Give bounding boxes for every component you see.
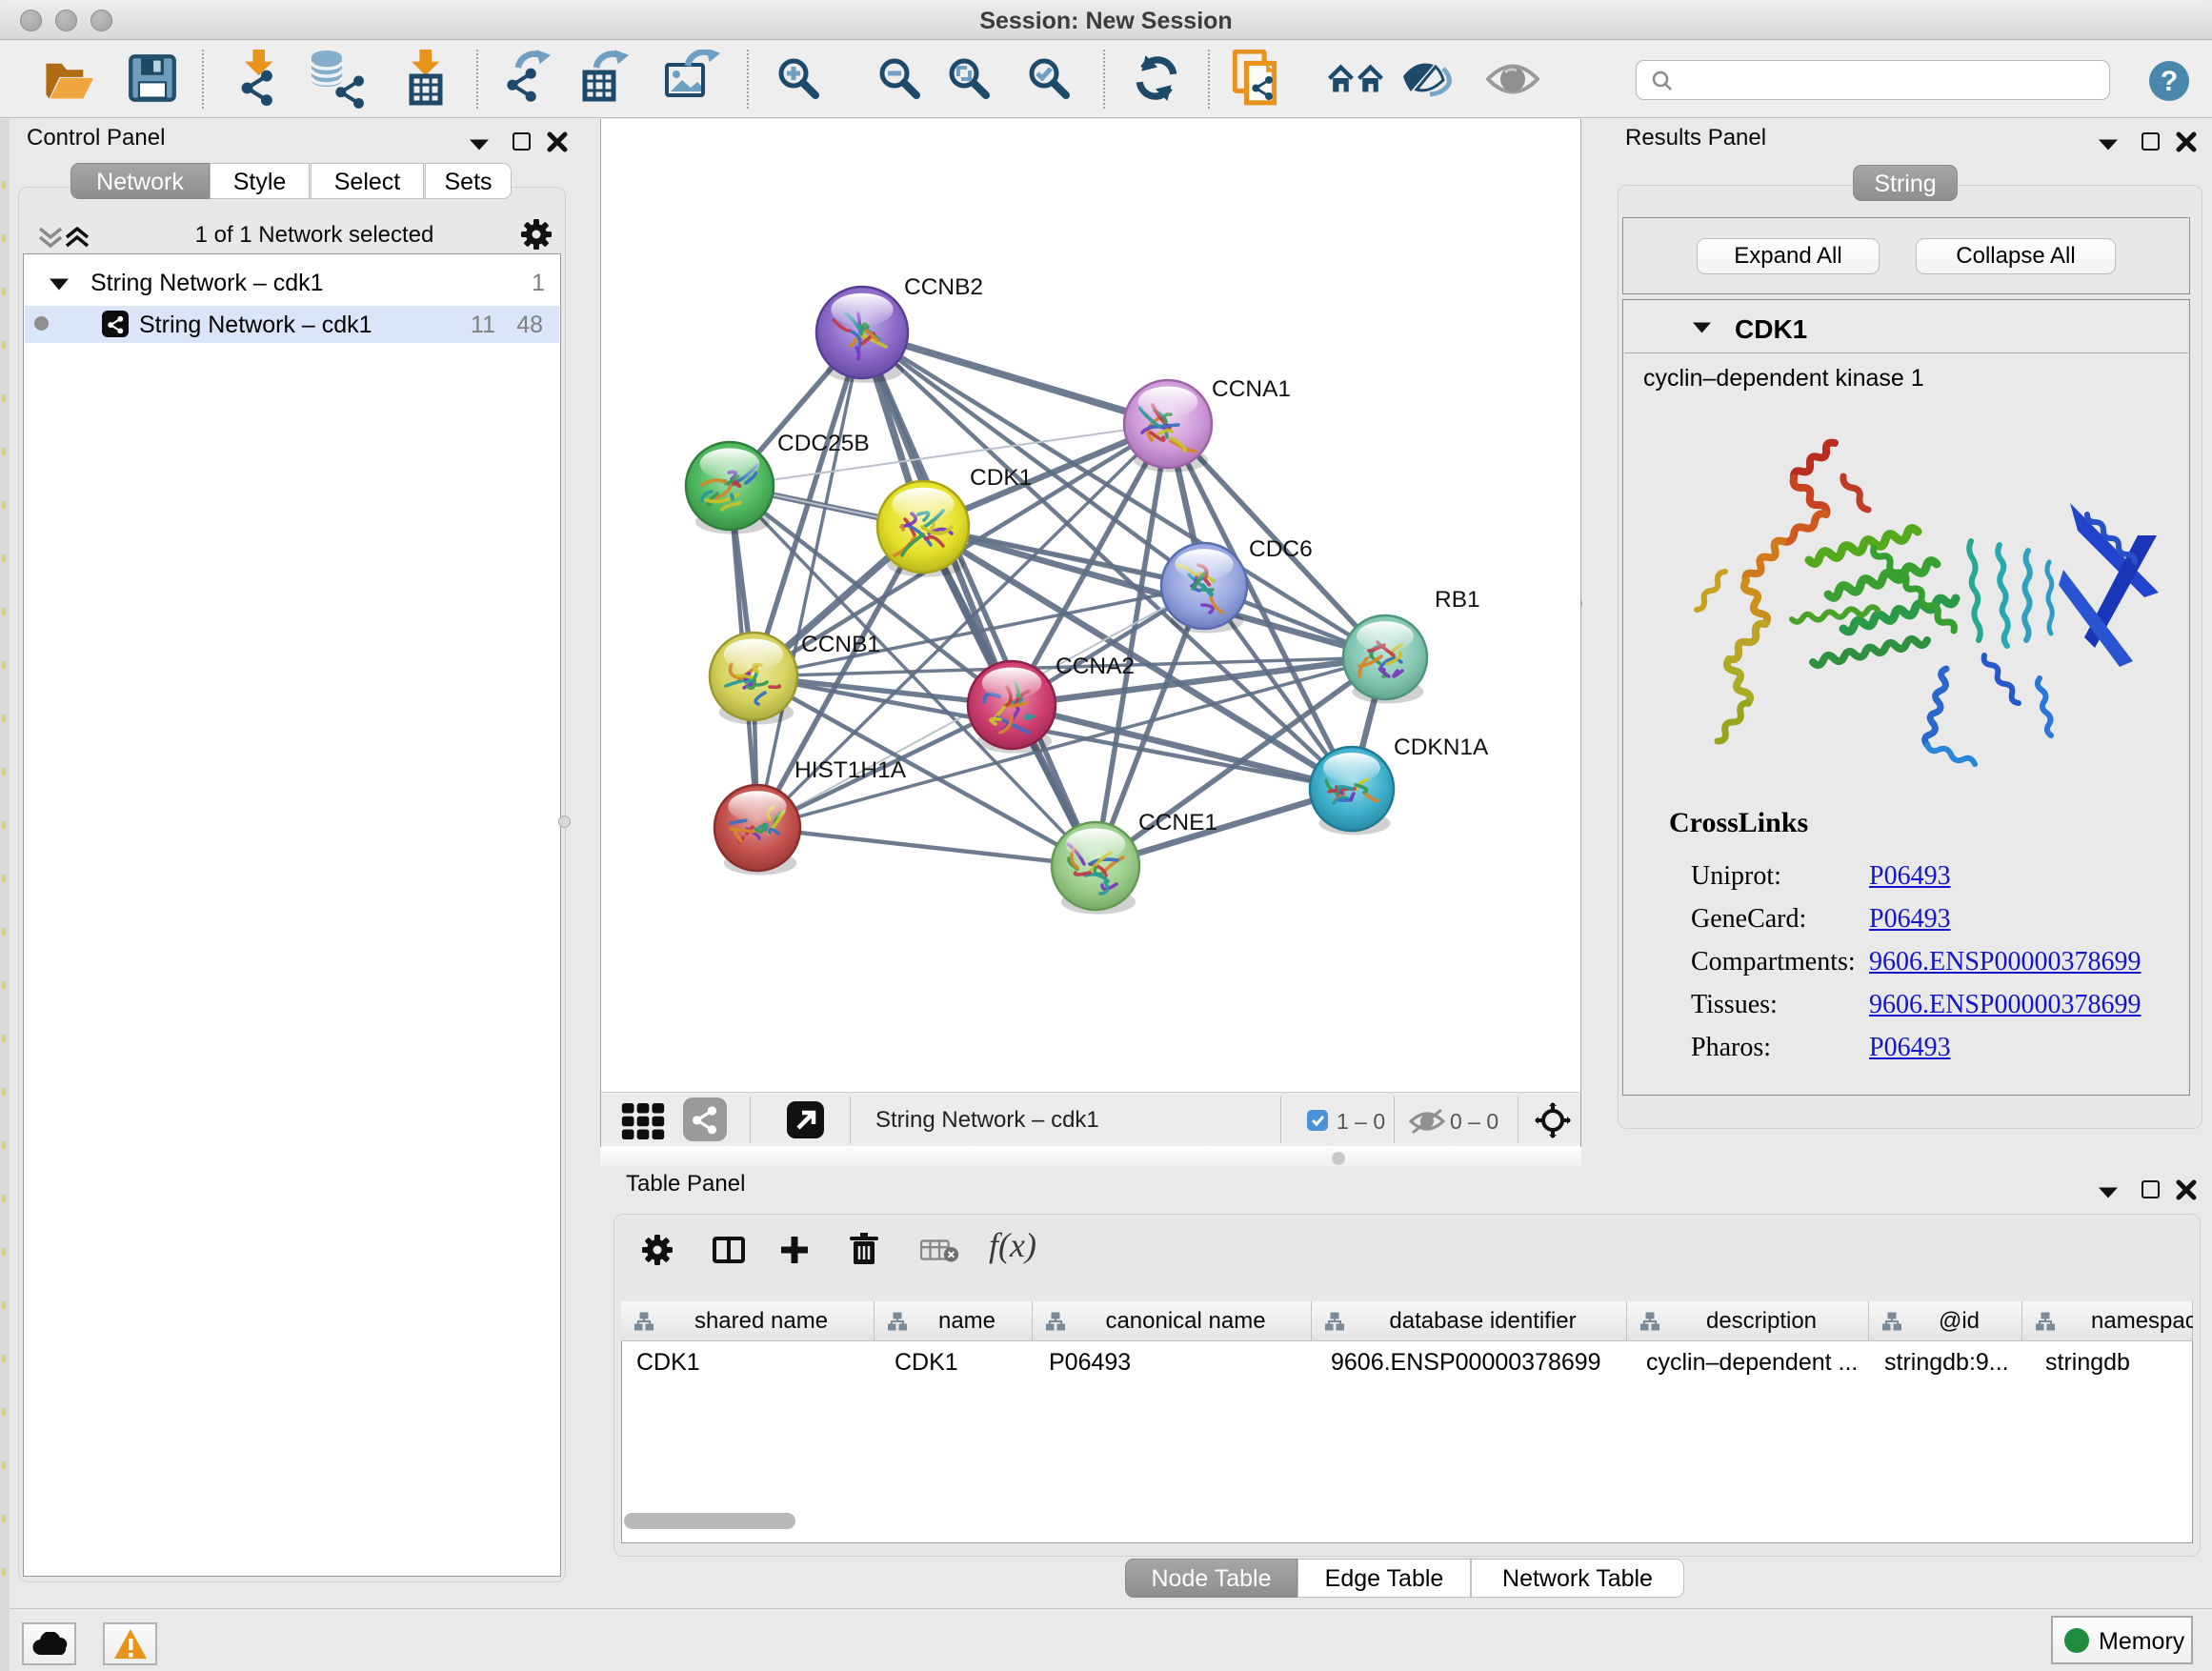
svg-text:CCNA1: CCNA1 [1212, 376, 1291, 402]
svg-text:CCNE1: CCNE1 [1138, 810, 1217, 836]
svg-text:CDKN1A: CDKN1A [1394, 735, 1489, 760]
svg-text:CDC25B: CDC25B [777, 431, 870, 456]
svg-text:CCNB2: CCNB2 [904, 274, 983, 300]
svg-text:CCNA2: CCNA2 [1056, 654, 1135, 679]
svg-text:CDC6: CDC6 [1249, 536, 1313, 562]
svg-text:RB1: RB1 [1435, 587, 1480, 613]
svg-text:HIST1H1A: HIST1H1A [794, 757, 907, 783]
svg-text:CDK1: CDK1 [970, 465, 1032, 491]
svg-text:?: ? [2161, 66, 2178, 97]
svg-text:CCNB1: CCNB1 [801, 632, 880, 657]
